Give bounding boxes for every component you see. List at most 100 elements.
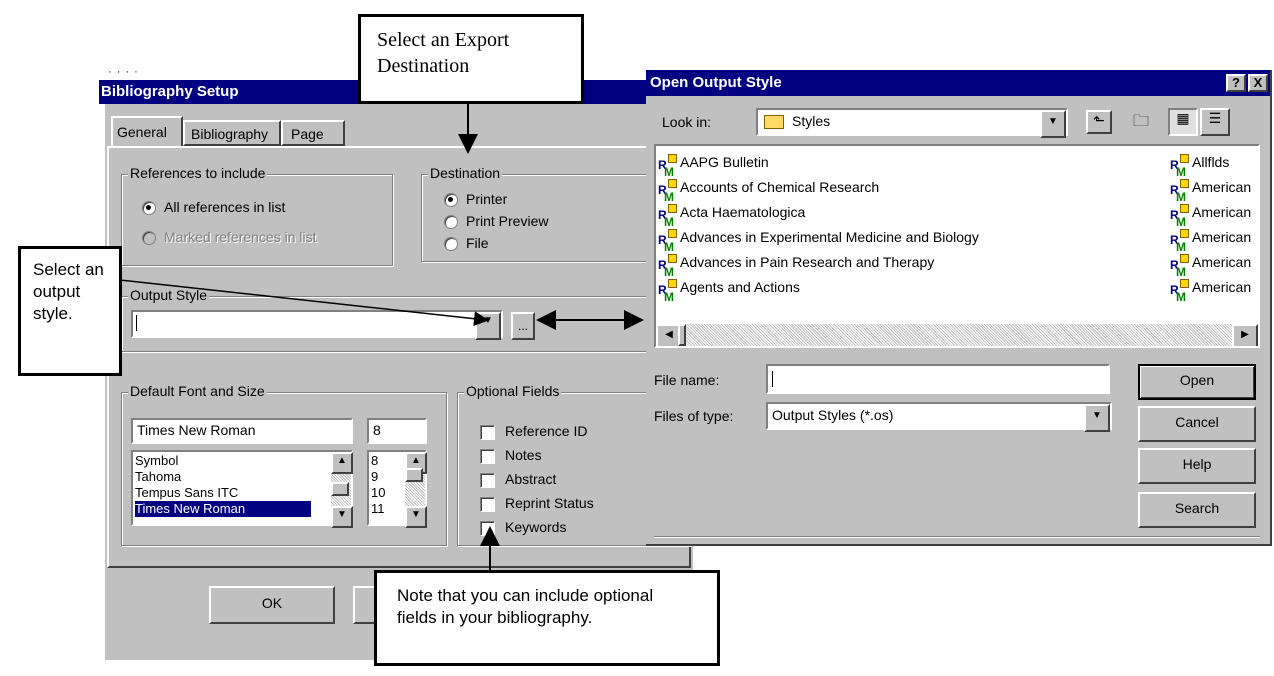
- references-group-label: References to include: [128, 165, 268, 181]
- file-item[interactable]: R M American: [1170, 275, 1251, 304]
- file-item-label: Advances in Pain Research and Therapy: [680, 254, 935, 270]
- radio-preview-label: Print Preview: [466, 213, 549, 229]
- size-list[interactable]: 8 9 10 11 ▲ ▼: [367, 450, 427, 528]
- open-title-text: Open Output Style: [650, 74, 782, 91]
- output-style-select[interactable]: ▼: [131, 310, 503, 340]
- callout-export-destination: Select an Export Destination: [358, 14, 584, 104]
- file-item[interactable]: R M Allflds: [1170, 150, 1251, 179]
- file-list[interactable]: R M AAPG Bulletin R M Accounts of Chemical R…: [654, 144, 1260, 348]
- refman-file-icon: RM: [658, 204, 677, 229]
- text-cursor: [772, 371, 773, 387]
- radio-all-label: All references in list: [164, 199, 286, 215]
- refman-file-icon: RM: [1170, 204, 1189, 229]
- file-item[interactable]: R M Accounts of Chemical Research: [658, 175, 979, 204]
- browse-styles-button[interactable]: ...: [511, 312, 535, 340]
- refman-file-icon: RM: [658, 279, 677, 304]
- checkbox-label: Reference ID: [505, 423, 588, 439]
- tab-page-label: Page: [291, 126, 324, 142]
- file-item[interactable]: R M American: [1170, 225, 1252, 254]
- refman-file-icon: RM: [1170, 179, 1189, 204]
- open-button[interactable]: Open: [1138, 364, 1256, 400]
- scroll-thumb[interactable]: [678, 324, 686, 346]
- scroll-thumb[interactable]: [405, 468, 423, 482]
- radio-marked-label: Marked references in list: [164, 229, 317, 245]
- file-item[interactable]: R M American: [1170, 250, 1251, 279]
- file-name-label: File name:: [654, 372, 720, 388]
- font-list-item[interactable]: Symbol: [135, 453, 349, 469]
- checkbox-label: Keywords: [505, 519, 567, 535]
- file-item[interactable]: R M American: [1170, 200, 1251, 229]
- file-item[interactable]: R M AAPG Bulletin: [658, 150, 979, 179]
- references-group: References to include All references in …: [121, 165, 393, 266]
- checkbox-keywords[interactable]: Keywords: [480, 519, 566, 536]
- checkbox-icon: [480, 424, 495, 440]
- files-of-type-value: Output Styles (*.os): [772, 407, 894, 423]
- refman-file-icon: RM: [658, 229, 677, 254]
- checkbox-reference-id[interactable]: Reference ID: [480, 423, 587, 440]
- file-item-label: Advances in Experimental Medicine and Bi…: [680, 229, 979, 245]
- details-view-icon[interactable]: ☰: [1200, 108, 1230, 136]
- checkbox-reprint-status[interactable]: Reprint Status: [480, 495, 594, 512]
- size-scrollbar[interactable]: ▲ ▼: [405, 452, 427, 528]
- destination-group-label: Destination: [428, 165, 503, 181]
- font-list-item[interactable]: Tahoma: [135, 469, 349, 485]
- file-name-input[interactable]: [766, 364, 1110, 394]
- callout-optional-fields: Note that you can include optional field…: [374, 570, 720, 666]
- file-item[interactable]: R M Agents and Actions: [658, 275, 979, 304]
- destination-group: Destination Printer Print Preview File: [421, 165, 653, 262]
- horizontal-scrollbar[interactable]: ◀ ▶: [656, 324, 1258, 346]
- font-name-input[interactable]: Times New Roman: [131, 418, 353, 444]
- scroll-up-icon[interactable]: ▲: [331, 452, 353, 474]
- scroll-thumb[interactable]: [331, 482, 349, 496]
- font-list-item-selected[interactable]: Times New Roman: [135, 501, 311, 517]
- look-in-value: Styles: [792, 113, 831, 129]
- title-close-button[interactable]: X: [1248, 74, 1268, 92]
- file-item[interactable]: R M Acta Haematologica: [658, 200, 979, 229]
- title-help-button[interactable]: ?: [1226, 74, 1246, 92]
- files-of-type-select[interactable]: Output Styles (*.os) ▼: [766, 402, 1112, 432]
- ok-button[interactable]: OK: [209, 586, 335, 624]
- scroll-down-icon[interactable]: ▼: [405, 506, 427, 528]
- radio-file[interactable]: File: [444, 235, 489, 252]
- top-dots: · · · ·: [108, 66, 139, 78]
- file-item[interactable]: R M Advances in Experimental Medicine and …: [658, 225, 979, 254]
- font-list[interactable]: Symbol Tahoma Tempus Sans ITC Times New …: [131, 450, 353, 528]
- font-list-item[interactable]: Tempus Sans ITC: [135, 485, 349, 501]
- scroll-down-icon[interactable]: ▼: [331, 506, 353, 528]
- font-name-value: Times New Roman: [137, 422, 256, 438]
- radio-all-references[interactable]: All references in list: [142, 199, 286, 216]
- radio-off-icon: [444, 215, 458, 230]
- checkbox-notes[interactable]: Notes: [480, 447, 542, 464]
- up-folder-icon[interactable]: ⬑: [1086, 110, 1112, 134]
- file-item-label: Agents and Actions: [680, 279, 800, 295]
- tab-page[interactable]: Page: [281, 120, 345, 146]
- help-button[interactable]: Help: [1138, 448, 1256, 484]
- chevron-down-icon[interactable]: ▼: [1040, 110, 1066, 138]
- font-size-input[interactable]: 8: [367, 418, 427, 444]
- font-scrollbar[interactable]: ▲ ▼: [331, 452, 353, 528]
- checkbox-icon: [480, 472, 495, 488]
- new-folder-icon[interactable]: 🗀: [1126, 110, 1156, 134]
- cancel-button[interactable]: Cancel: [1138, 406, 1256, 442]
- look-in-select[interactable]: Styles ▼: [756, 108, 1068, 138]
- radio-on-icon: [142, 201, 156, 216]
- text-cursor: [136, 315, 137, 331]
- radio-printer[interactable]: Printer: [444, 191, 507, 208]
- list-view-icon[interactable]: ▦: [1168, 108, 1198, 136]
- file-item-label: Acta Haematologica: [680, 204, 806, 220]
- checkbox-label: Notes: [505, 447, 542, 463]
- chevron-down-icon[interactable]: ▼: [475, 312, 501, 340]
- chevron-down-icon[interactable]: ▼: [1084, 404, 1110, 432]
- radio-print-preview[interactable]: Print Preview: [444, 213, 549, 230]
- tab-general[interactable]: General: [111, 116, 183, 146]
- file-item[interactable]: R M Advances in Pain Research and Therapy: [658, 250, 979, 279]
- checkbox-icon: [480, 520, 495, 536]
- refman-file-icon: RM: [658, 179, 677, 204]
- file-item[interactable]: R M American: [1170, 175, 1251, 204]
- tab-bibliography[interactable]: Bibliography: [183, 120, 281, 146]
- radio-off-icon: [142, 231, 156, 246]
- scroll-right-icon[interactable]: ▶: [1232, 324, 1258, 346]
- checkbox-abstract[interactable]: Abstract: [480, 471, 556, 488]
- search-button[interactable]: Search: [1138, 492, 1256, 528]
- file-item-label: American: [1192, 229, 1252, 245]
